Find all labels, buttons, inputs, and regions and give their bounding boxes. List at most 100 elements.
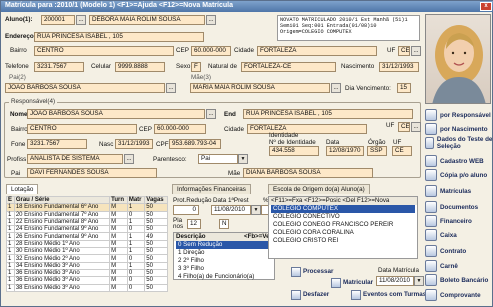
- table-cell: 50: [144, 268, 168, 278]
- resp-prof-field[interactable]: ANALISTA DE SISTEMA: [27, 154, 123, 164]
- uf-field[interactable]: CE: [398, 46, 410, 56]
- resp-cidade-field[interactable]: FORTALEZA: [247, 124, 367, 134]
- parentesco-chevron-down-icon[interactable]: ▼: [238, 154, 248, 164]
- tab-financeiro[interactable]: Informações Financeiras: [172, 184, 251, 194]
- lotacao-table[interactable]: E Grau / Série Turn Matr Vagas 1 18 Ensin…: [6, 195, 168, 292]
- cidade-field[interactable]: FORTALEZA: [257, 46, 377, 56]
- resp-nasc-field[interactable]: 31/12/1993: [115, 139, 153, 149]
- table-row[interactable]: 1 30 Ensino Médio 1º Ano M 1 50: [6, 247, 168, 256]
- list-item[interactable]: COLEGIO CRISTO REI: [271, 237, 415, 245]
- table-row[interactable]: 1 20 Ensino Fundamental 7º Ano M 0 50: [6, 210, 168, 219]
- aluno-code-browse-button[interactable]: ...: [76, 15, 86, 25]
- endereco-field[interactable]: RUA PRINCESA ISABEL , 105: [34, 32, 204, 42]
- resp-uf-field[interactable]: CE: [398, 122, 410, 132]
- list-item[interactable]: 2 2º Filho: [176, 257, 272, 265]
- resp-identidade-label: Identidade: [269, 132, 299, 139]
- processar-button[interactable]: Processar: [291, 265, 333, 278]
- resp-uf2-field[interactable]: CE: [392, 146, 412, 156]
- resp-prof-label: Profiss: [7, 156, 27, 163]
- fin-ncl-field[interactable]: N: [219, 219, 229, 229]
- natural-field[interactable]: FORTALEZA-CE: [241, 62, 336, 72]
- bairro-label: Bairro: [10, 47, 27, 54]
- resp-data-field[interactable]: 12/08/1970: [326, 146, 364, 156]
- nascimento-field[interactable]: 31/12/1993: [379, 62, 419, 72]
- list-item[interactable]: 3 3º Filho: [176, 265, 272, 273]
- fin-prot-field[interactable]: 0: [173, 205, 199, 215]
- pai-browse-button[interactable]: ...: [166, 83, 176, 93]
- resp-cpf-field[interactable]: 953.689.793-04: [169, 139, 221, 149]
- table-row[interactable]: 1 34 Ensino Médio 3º Ano M 1 50: [6, 261, 168, 270]
- list-item[interactable]: COLEGIO COMPUTEX: [271, 205, 415, 213]
- aluno-browse-button[interactable]: ...: [206, 15, 216, 25]
- list-item[interactable]: 4 Filho(a) de Funcionário(a): [176, 273, 272, 281]
- resp-ident-field[interactable]: 434.558: [269, 146, 319, 156]
- side-button-12[interactable]: Comprovante: [425, 285, 493, 305]
- resp-orgao-field[interactable]: SSP: [367, 146, 387, 156]
- resp-end-field[interactable]: RUA PRINCESA ISABEL , 105: [243, 109, 413, 119]
- side-button-label: Dados do Teste de Seleção: [436, 136, 493, 150]
- tab-lotacao[interactable]: Lotação: [6, 184, 39, 194]
- resp-pai-field[interactable]: DAVI FERNANDES SOUSA: [27, 168, 157, 178]
- table-cell: 1: [126, 232, 146, 241]
- resp-mae-field[interactable]: DIANA BARBOSA SOUSA: [243, 168, 373, 178]
- bairro-field[interactable]: CENTRO: [34, 46, 174, 56]
- mae-label: Mãe(3): [191, 74, 211, 81]
- list-item[interactable]: 1 Direção: [176, 249, 272, 257]
- resp-uf-browse-button[interactable]: ...: [411, 122, 421, 132]
- telefone-field[interactable]: 3231.7567: [34, 62, 84, 72]
- resp-bairro-label: Bairro: [11, 126, 28, 133]
- resp-prof-browse-button[interactable]: ...: [124, 154, 134, 164]
- data-matricula-field[interactable]: 11/08/2010: [376, 276, 414, 286]
- uf-browse-button[interactable]: ...: [411, 46, 421, 56]
- calendar-icon: [351, 289, 361, 300]
- side-button-label: Documentos: [440, 203, 479, 211]
- copy-icon: [425, 169, 437, 181]
- resp-fone-field[interactable]: 3231.7567: [27, 139, 87, 149]
- table-row[interactable]: 1 26 Ensino Fundamental 9º Ano M 1 49: [6, 232, 168, 241]
- fin-date-chevron-icon[interactable]: ▼: [251, 205, 261, 215]
- table-row[interactable]: 1 24 Ensino Fundamental 9º Ano M 0 50: [6, 225, 168, 234]
- table-row[interactable]: 1 36 Ensino Médio 3º Ano M 0 50: [6, 268, 168, 278]
- vencimento-field[interactable]: 15: [397, 83, 411, 93]
- table-cell: 1: [6, 217, 15, 227]
- list-item[interactable]: COLEGIO CONEGO FRANCISCO PEREIR: [271, 221, 415, 229]
- resp-cep-field[interactable]: 60.000-000: [154, 124, 206, 134]
- celular-field[interactable]: 9999.8888: [115, 62, 165, 72]
- mae-browse-button[interactable]: ...: [331, 83, 341, 93]
- processar-label: Processar: [303, 268, 334, 275]
- data-matricula-chevron-icon[interactable]: ▼: [414, 276, 424, 286]
- table-row[interactable]: 1 36 Ensino Médio 3º Ano M 0 50: [6, 276, 168, 285]
- list-item[interactable]: COLEGIO CORA CORALINA: [271, 229, 415, 237]
- resp-browse-button[interactable]: ...: [206, 109, 216, 119]
- list-item[interactable]: 0 Sem Redução: [176, 241, 272, 249]
- mae-field[interactable]: MARIA MAIA ROLIM SOUSA: [190, 83, 330, 93]
- fin-discount-list[interactable]: Descrição <Fb>=Ver 0 Sem Redução 1 Direção…: [173, 232, 275, 280]
- undo-icon: [291, 289, 301, 300]
- cep-field[interactable]: 60.000-000: [191, 46, 231, 56]
- table-row[interactable]: 1 38 Ensino Médio 3º Ano M 0 50: [6, 283, 168, 292]
- table-row[interactable]: 1 28 Ensino Médio 1º Ano M 1 50: [6, 239, 168, 249]
- table-row[interactable]: 1 18 Ensino Fundamental 6º Ano M 1 50: [6, 203, 168, 212]
- desfazer-button[interactable]: Desfazer: [291, 288, 329, 301]
- table-row[interactable]: 1 22 Ensino Fundamental 8º Ano M 1 50: [6, 217, 168, 227]
- fin-data-field[interactable]: 11/08/2010: [211, 205, 251, 215]
- aluno-name-field[interactable]: DÉBORA MAIA ROLIM SOUSA: [89, 15, 205, 25]
- list-item[interactable]: COLEGIO CONECTIVO: [271, 213, 415, 221]
- sexo-field[interactable]: F: [191, 62, 201, 72]
- resp-nome-field[interactable]: JOÃO BARBOSA SOUSA: [27, 109, 205, 119]
- escola-list[interactable]: <F11>=Fxa <F12>=Posic <Del F12>=Nova COL…: [268, 196, 418, 259]
- tab-escola-origem[interactable]: Escola de Origem do(a) Aluno(a): [268, 184, 370, 194]
- pai-field[interactable]: JOÃO BARBOSA SOUSA: [5, 83, 165, 93]
- fin-planos-field[interactable]: 12: [187, 219, 201, 229]
- table-row[interactable]: 1 32 Ensino Médio 2º Ano M 0 50: [6, 254, 168, 263]
- side-button-2[interactable]: Dados do Teste de Seleção: [425, 133, 493, 153]
- resp-bairro-field[interactable]: CENTRO: [27, 124, 137, 134]
- table-cell: 1: [6, 283, 15, 292]
- table-cell: 50: [144, 203, 168, 212]
- table-cell: 50: [144, 239, 168, 249]
- resp-parentesco-select[interactable]: Pai: [198, 154, 238, 164]
- table-cell: 1: [126, 261, 146, 270]
- eventos-button[interactable]: Eventos com Turmas: [351, 288, 426, 301]
- aluno-code-field[interactable]: 200001: [41, 15, 75, 25]
- close-button[interactable]: x: [480, 2, 492, 11]
